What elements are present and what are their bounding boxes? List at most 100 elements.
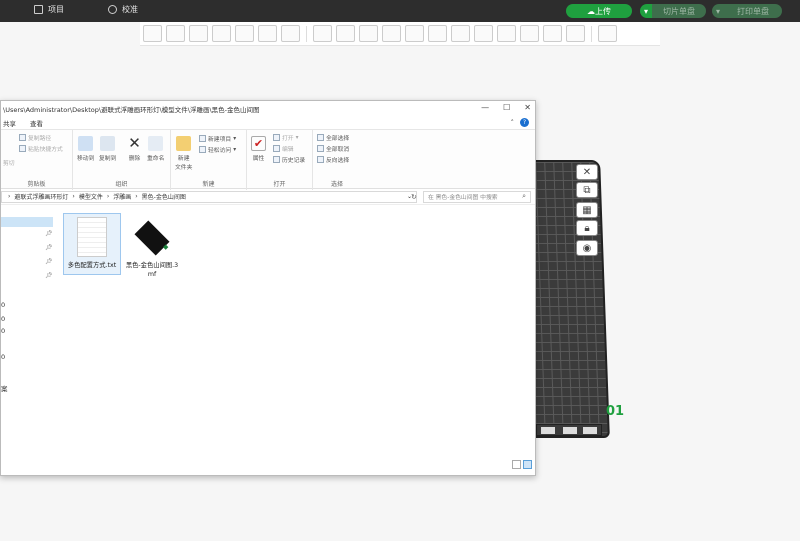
pin-icon[interactable]: 📌︎: [45, 258, 53, 265]
breadcrumb-separator-icon: ›: [106, 193, 110, 200]
edit-button[interactable]: 编辑: [273, 144, 294, 153]
paste-shortcut-button[interactable]: 粘贴快捷方式: [19, 144, 63, 153]
pin-icon[interactable]: 📌︎: [45, 244, 53, 251]
pin-icon[interactable]: 📌︎: [45, 230, 53, 237]
print-dropdown-icon[interactable]: ▾: [712, 4, 724, 18]
arrange-icon[interactable]: ⧉: [576, 182, 598, 198]
help-icon[interactable]: ?: [520, 118, 529, 127]
move-to-button[interactable]: 移动到: [77, 136, 94, 162]
breadcrumb-item[interactable]: 避联式浮雕画环形灯: [14, 192, 68, 201]
split-objects-icon[interactable]: [235, 25, 254, 42]
chevron-up-icon[interactable]: ˄: [511, 119, 515, 127]
menu-share[interactable]: 共享: [3, 118, 16, 128]
close-button[interactable]: ✕: [524, 103, 531, 112]
address-bar[interactable]: › 避联式浮雕画环形灯 › 模型文件 › 浮雕画 › 黑色-金色山间图 ⌄: [1, 190, 417, 203]
copy-to-icon: [100, 136, 116, 151]
menu-view[interactable]: 查看: [30, 118, 43, 128]
large-icons-view-icon[interactable]: [523, 460, 532, 469]
add-object-icon[interactable]: [143, 25, 162, 42]
upload-label: 上传: [595, 6, 611, 16]
history-button[interactable]: 历史记录: [273, 155, 305, 164]
move-icon[interactable]: [313, 25, 332, 42]
lay-on-face-icon[interactable]: [382, 25, 401, 42]
tab-calibration[interactable]: 校准: [108, 4, 138, 15]
refresh-icon[interactable]: ↻: [411, 193, 417, 201]
lock-icon[interactable]: 🔒︎: [576, 220, 598, 236]
nav-item[interactable]: 0: [1, 301, 5, 309]
split-parts-icon[interactable]: [258, 25, 277, 42]
support-paint-icon[interactable]: [428, 25, 447, 42]
scale-icon[interactable]: [359, 25, 378, 42]
easy-access-label: 轻松访问: [208, 148, 232, 154]
copy-to-label: 复制到: [99, 156, 117, 162]
plate-number: 01: [606, 404, 625, 419]
nav-item[interactable]: 案: [1, 383, 8, 393]
brim-ear-icon[interactable]: [566, 25, 585, 42]
details-view-icon[interactable]: [512, 460, 521, 469]
file-list: 多色配置方式.txt ◆ 黑色-金色山间图.3mf: [57, 207, 535, 459]
maximize-button[interactable]: ☐: [503, 103, 510, 112]
minimize-button[interactable]: —: [481, 103, 489, 112]
delete-button[interactable]: ✕ 删除: [127, 136, 142, 163]
rename-button[interactable]: 重命名: [147, 136, 164, 162]
select-all-button[interactable]: 全部选择: [317, 133, 349, 142]
new-item-button[interactable]: 新建项目 ▾: [199, 134, 236, 143]
easy-access-icon: [199, 146, 206, 153]
new-folder-button[interactable]: 新建 文件夹: [175, 136, 192, 171]
cut-icon[interactable]: [405, 25, 424, 42]
rotate-icon[interactable]: [336, 25, 355, 42]
copy-path-icon: [19, 134, 26, 141]
easy-access-button[interactable]: 轻松访问 ▾: [199, 145, 236, 154]
nav-item[interactable]: 0: [1, 353, 5, 361]
color-paint-icon[interactable]: [474, 25, 493, 42]
add-plate-icon[interactable]: [166, 25, 185, 42]
cut-button[interactable]: 剪切: [3, 158, 15, 167]
breadcrumb-item[interactable]: 黑色-金色山间图: [142, 192, 186, 201]
slice-plate-button[interactable]: 切片单盘: [652, 4, 706, 18]
open-button[interactable]: 打开 ▾: [273, 133, 299, 142]
view-icon[interactable]: [598, 25, 617, 42]
delete-label: 删除: [128, 156, 141, 162]
select-none-button[interactable]: 全部取消: [317, 144, 349, 153]
ribbon-group-open: ✔ 属性 打开 ▾ 编辑 历史记录 打开: [247, 130, 313, 190]
grid-icon[interactable]: ▦: [576, 202, 598, 218]
arrange-icon[interactable]: [212, 25, 231, 42]
breadcrumb-item[interactable]: 模型文件: [79, 192, 103, 201]
ribbon-group-label: 选择: [330, 181, 343, 188]
ribbon-group-new: 新建 文件夹 新建项目 ▾ 轻松访问 ▾ 新建: [171, 130, 247, 190]
breadcrumb-item[interactable]: 浮雕画: [113, 192, 131, 201]
rename-label: 重命名: [147, 156, 165, 162]
tab-project[interactable]: 项目: [34, 4, 64, 15]
measure-icon[interactable]: [497, 25, 516, 42]
pin-icon[interactable]: 📌︎: [45, 272, 53, 279]
upload-button[interactable]: ☁ 上传: [566, 4, 632, 18]
print-plate-button[interactable]: 打印单盘: [724, 4, 782, 18]
text-icon[interactable]: [520, 25, 539, 42]
plate-tab-icon: [583, 427, 597, 434]
orient-icon[interactable]: [189, 25, 208, 42]
seam-paint-icon[interactable]: [451, 25, 470, 42]
copy-path-button[interactable]: 复制路径: [19, 133, 51, 142]
copy-to-button[interactable]: 复制到: [99, 136, 116, 162]
breadcrumb-separator-icon: ›: [135, 193, 138, 200]
nav-selected-item[interactable]: [1, 217, 53, 227]
close-icon[interactable]: ✕: [576, 164, 598, 180]
explorer-titlebar: \Users\Administrator\Desktop\避联式浮雕画环形灯\模…: [1, 101, 535, 117]
nav-item[interactable]: 0: [1, 327, 5, 335]
file-item[interactable]: 多色配置方式.txt: [63, 213, 121, 275]
search-input[interactable]: 在 黑色-金色山间图 中搜索 ⌕: [423, 190, 531, 203]
slice-dropdown-icon[interactable]: ▾: [640, 4, 652, 18]
app-topbar: 项目 校准 ☁ 上传 ▾ 切片单盘 ▾ 打印单盘: [0, 0, 800, 22]
invert-selection-button[interactable]: 反向选择: [317, 155, 349, 164]
file-explorer-window: \Users\Administrator\Desktop\避联式浮雕画环形灯\模…: [0, 100, 536, 476]
assembly-icon[interactable]: [543, 25, 562, 42]
properties-button[interactable]: ✔ 属性: [251, 136, 266, 162]
status-bar: [1, 457, 535, 475]
ribbon-group-label: 剪贴板: [27, 181, 46, 188]
layer-icon[interactable]: [281, 25, 300, 42]
invert-selection-label: 反向选择: [326, 158, 350, 164]
paste-shortcut-label: 粘贴快捷方式: [28, 147, 63, 153]
nav-item[interactable]: 0: [1, 315, 5, 323]
file-item[interactable]: ◆ 黑色-金色山间图.3mf: [123, 217, 181, 279]
settings-icon[interactable]: ◉: [576, 240, 598, 256]
